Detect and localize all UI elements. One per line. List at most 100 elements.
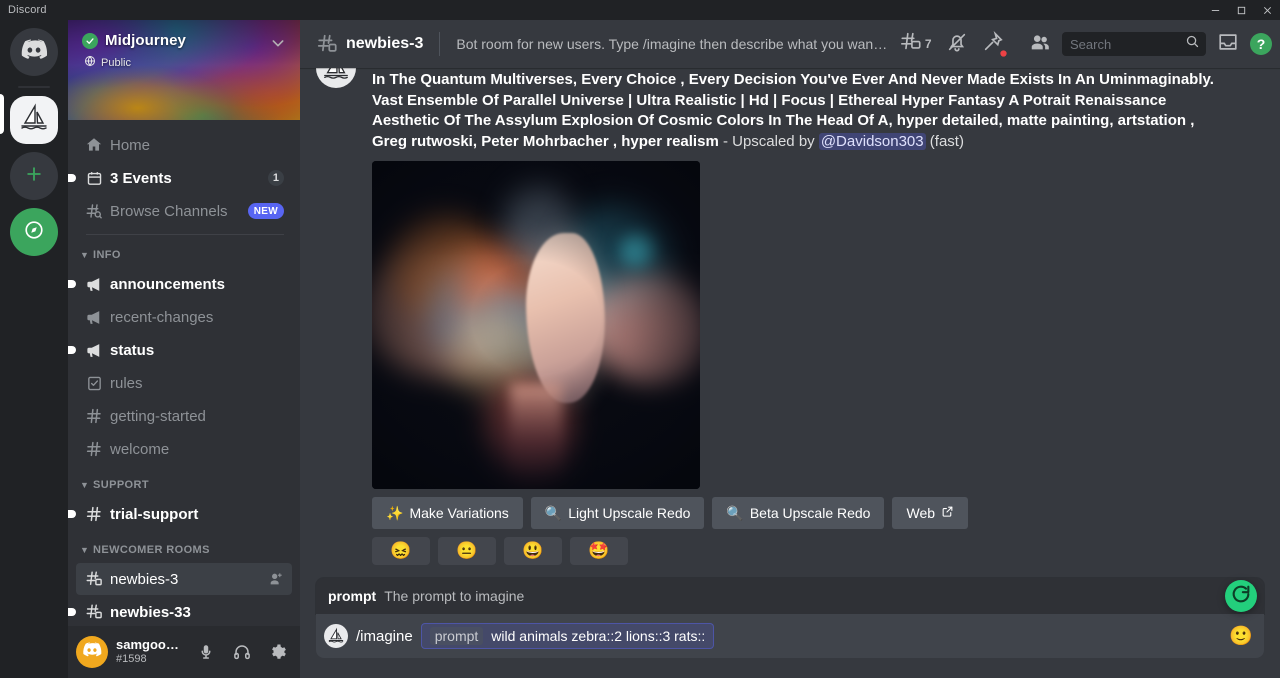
sidebar-item-label: newbies-33 [110, 604, 284, 621]
search-field[interactable] [1070, 37, 1185, 52]
midjourney-bot-avatar [324, 624, 348, 648]
maximize-button[interactable] [1228, 0, 1254, 20]
close-button[interactable] [1254, 0, 1280, 20]
avatar[interactable] [76, 636, 108, 668]
app-body: Midjourney Public [0, 20, 1280, 678]
message: In The Quantum Multiverses, Every Choice… [300, 68, 1280, 565]
member-list-button[interactable] [1026, 29, 1054, 60]
sidebar-item-browse-channels[interactable]: Browse Channels NEW [76, 195, 292, 227]
web-button[interactable]: Web [892, 497, 968, 529]
thread-hash-icon [316, 33, 338, 55]
sidebar-item-announcements[interactable]: announcements [76, 268, 292, 300]
sidebar-item-newbies-33[interactable]: newbies-33 [76, 596, 292, 626]
sidebar-item-label: Home [110, 137, 284, 154]
command-hint-bar: prompt The prompt to imagine [316, 578, 1264, 614]
channel-topic[interactable]: Bot room for new users. Type /imagine th… [456, 36, 889, 52]
guild-header[interactable]: Midjourney Public [68, 20, 300, 120]
user-info[interactable]: samgoodw... #1598 [116, 638, 184, 666]
star-struck-reaction[interactable]: 🤩 [570, 537, 628, 565]
threads-button[interactable]: 7 [897, 29, 935, 60]
sidebar-item-label: Browse Channels [110, 203, 242, 220]
composer-avatar [316, 624, 356, 648]
sidebar-item-discord-home[interactable] [10, 28, 58, 76]
discord-logo-icon [20, 36, 48, 69]
button-label: Web [906, 505, 935, 521]
beta-upscale-redo-button[interactable]: 🔍 Beta Upscale Redo [712, 497, 884, 529]
chevron-down-icon: ▼ [80, 545, 90, 555]
sidebar-item-newbies-3[interactable]: newbies-3 [76, 563, 292, 595]
sidebar-item-label: recent-changes [110, 309, 284, 326]
confounded-face-reaction[interactable]: 😖 [372, 537, 430, 565]
channel-header: newbies-3 Bot room for new users. Type /… [300, 20, 1280, 68]
guild-name: Midjourney [105, 32, 186, 49]
channel-sidebar: Midjourney Public [68, 20, 300, 678]
threads-icon [900, 31, 922, 58]
sidebar-item-recent-changes[interactable]: recent-changes [76, 301, 292, 333]
unread-dot [68, 346, 76, 354]
headphones-icon[interactable] [228, 638, 256, 666]
inbox-button[interactable] [1214, 29, 1242, 60]
sidebar-item-getting-started[interactable]: getting-started [76, 400, 292, 432]
sidebar-item-rules[interactable]: rules [76, 367, 292, 399]
slash-command-name: /imagine [356, 628, 413, 645]
discord-logo-icon [82, 640, 102, 665]
sidebar-item-events[interactable]: 3 Events 1 [76, 162, 292, 194]
channel-list[interactable]: Home 3 Events 1 Browse Channels NEW [68, 120, 300, 626]
light-upscale-redo-button[interactable]: 🔍 Light Upscale Redo [531, 497, 705, 529]
message-attachment-image[interactable] [372, 161, 700, 489]
message-body: In The Quantum Multiverses, Every Choice… [372, 70, 1232, 565]
sidebar-item-explore-servers[interactable] [10, 208, 58, 256]
category-support[interactable]: ▼ SUPPORT [76, 473, 292, 497]
grinning-face-reaction[interactable]: 😃 [504, 537, 562, 565]
title-bar: Discord [0, 0, 1280, 20]
avatar[interactable] [316, 70, 356, 565]
magnifier-icon: 🔍 [726, 506, 743, 520]
microphone-icon[interactable] [192, 638, 220, 666]
emoji-picker-button[interactable]: 🙂 [1228, 623, 1254, 649]
minimize-button[interactable] [1202, 0, 1228, 20]
threads-count: 7 [925, 37, 932, 51]
category-info[interactable]: ▼ INFO [76, 243, 292, 267]
neutral-face-reaction[interactable]: 😐 [438, 537, 496, 565]
search-input[interactable] [1062, 32, 1206, 56]
category-label: INFO [93, 249, 121, 261]
sidebar-item-add-server[interactable] [10, 152, 58, 200]
members-icon [1029, 31, 1051, 58]
category-label: NEWCOMER ROOMS [93, 544, 210, 556]
user-mention[interactable]: @Davidson303 [819, 133, 926, 150]
thread-hash-icon [84, 569, 104, 589]
hash-icon [84, 439, 104, 459]
header-divider [439, 32, 440, 56]
sidebar-item-home[interactable]: Home [76, 129, 292, 161]
make-variations-button[interactable]: ✨ Make Variations [372, 497, 523, 529]
pinned-messages-button[interactable] [979, 29, 1018, 60]
composer-input[interactable]: /imagine prompt wild animals zebra::2 li… [356, 614, 1228, 658]
help-button[interactable]: ? [1250, 33, 1272, 55]
calendar-icon [84, 168, 104, 188]
notification-settings-button[interactable] [943, 29, 971, 60]
category-label: SUPPORT [93, 479, 149, 491]
message-list[interactable]: In The Quantum Multiverses, Every Choice… [300, 68, 1280, 578]
sidebar-item-welcome[interactable]: welcome [76, 433, 292, 465]
refresh-icon [1230, 583, 1252, 610]
sidebar-item-trial-support[interactable]: trial-support [76, 498, 292, 530]
sidebar-item-status[interactable]: status [76, 334, 292, 366]
command-option-token[interactable]: prompt wild animals zebra::2 lions::3 ra… [421, 623, 715, 649]
refresh-button[interactable] [1225, 580, 1257, 612]
discord-window: Discord [0, 0, 1280, 678]
sidebar-item-label: trial-support [110, 506, 284, 523]
create-invite-icon[interactable] [268, 571, 284, 587]
message-action-buttons: ✨ Make Variations 🔍 Light Upscale Redo 🔍… [372, 497, 1232, 529]
sidebar-item-server-midjourney[interactable] [10, 96, 58, 144]
bell-slash-icon [946, 31, 968, 58]
category-newcomer-rooms[interactable]: ▼ NEWCOMER ROOMS [76, 538, 292, 562]
plus-icon [24, 164, 44, 189]
search-icon [1185, 34, 1200, 54]
command-param-name: prompt [328, 588, 376, 604]
rail-divider [18, 86, 50, 88]
button-label: Beta Upscale Redo [750, 505, 871, 521]
message-composer[interactable]: /imagine prompt wild animals zebra::2 li… [316, 614, 1264, 658]
message-reactions: 😖 😐 😃 🤩 [372, 537, 1232, 565]
gear-icon[interactable] [264, 638, 292, 666]
home-icon [84, 135, 104, 155]
